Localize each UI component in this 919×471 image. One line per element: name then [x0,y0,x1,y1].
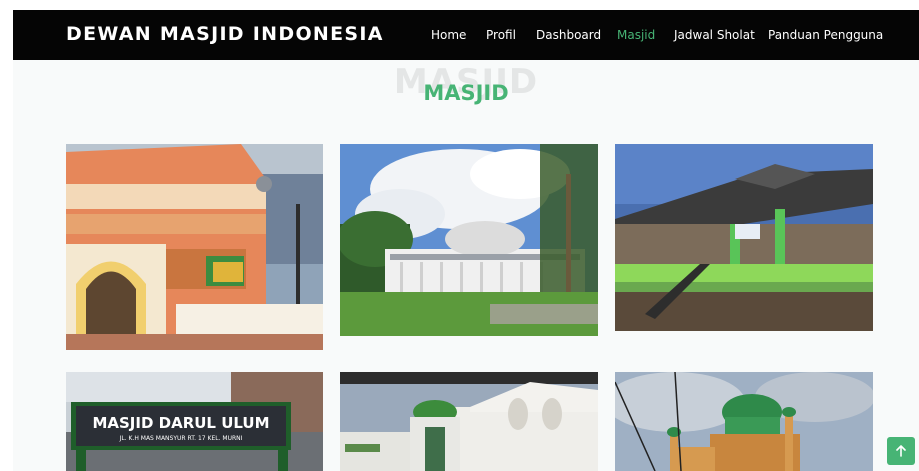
masjid-photo-3[interactable] [615,144,873,331]
nav-item-dashboard[interactable]: Dashboard [536,28,601,42]
masjid-image [615,372,873,471]
navbar: DEWAN MASJID INDONESIA Home Profil Dashb… [13,10,919,60]
masjid-photo-1[interactable] [66,144,323,350]
masjid-photo-6[interactable] [615,372,873,471]
nav-item-masjid[interactable]: Masjid [617,28,655,42]
arrow-up-icon [896,445,906,457]
nav-item-home[interactable]: Home [431,28,466,42]
masjid-sign-title: MASJID DARUL ULUM [92,414,269,432]
nav-item-panduan-pengguna[interactable]: Panduan Pengguna [768,28,883,42]
nav-menu: Home Profil Dashboard Masjid Jadwal Shol… [13,28,919,44]
masjid-photo-2[interactable] [340,144,598,336]
masjid-image [615,144,873,331]
masjid-photo-4[interactable]: MASJID DARUL ULUM JL. K.H MAS MANSYUR RT… [66,372,323,471]
nav-item-jadwal-sholat[interactable]: Jadwal Sholat [674,28,755,42]
masjid-image [340,372,598,471]
section-title: MASJID [423,81,509,105]
masjid-image [340,144,598,336]
masjid-photo-5[interactable] [340,372,598,471]
masjid-image: MASJID DARUL ULUM JL. K.H MAS MANSYUR RT… [66,372,323,471]
nav-item-profil[interactable]: Profil [486,28,516,42]
back-to-top-button[interactable] [887,437,915,465]
masjid-image [66,144,323,350]
masjid-sign-address: JL. K.H MAS MANSYUR RT. 17 KEL. MURNI [119,435,243,442]
